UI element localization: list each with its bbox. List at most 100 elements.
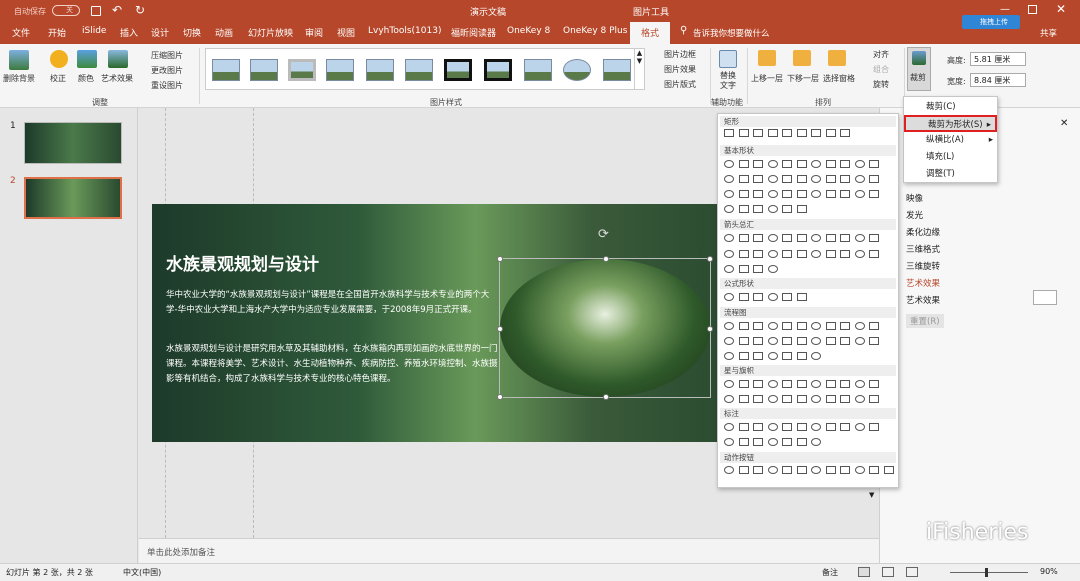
style-thumb[interactable] (288, 59, 316, 81)
shape-option[interactable] (724, 175, 734, 183)
shape-option[interactable] (738, 466, 749, 474)
shape-option[interactable] (782, 293, 792, 301)
shape-option[interactable] (782, 352, 792, 360)
shape-option[interactable] (738, 395, 749, 403)
shape-option[interactable] (724, 234, 734, 242)
shape-option[interactable] (796, 322, 807, 330)
shape-option[interactable] (840, 129, 850, 137)
search-hint[interactable]: 告诉我你想要做什么 (693, 27, 770, 39)
shape-option[interactable] (724, 160, 734, 168)
shape-option[interactable] (724, 438, 734, 446)
shape-option[interactable] (724, 250, 734, 258)
shape-option[interactable] (811, 322, 821, 330)
shape-option[interactable] (840, 380, 850, 388)
menu-item-aspect-ratio[interactable]: 纵横比(A) ▸ (904, 132, 997, 149)
shape-option[interactable] (738, 293, 749, 301)
shape-option[interactable] (869, 380, 879, 388)
shape-option[interactable] (753, 380, 763, 388)
pane-close-icon[interactable]: ✕ (1060, 118, 1068, 129)
shape-option[interactable] (738, 337, 749, 345)
bring-forward-button[interactable]: 上移一层 (751, 73, 783, 84)
tab-design[interactable]: 设计 (151, 26, 169, 39)
slide-paragraph-1[interactable]: 华中农业大学的“水族景观规划与设计”课程是在全国首开水族科学与技术专业的两个大学… (166, 288, 498, 318)
shape-option[interactable] (854, 395, 865, 403)
tab-lvyhtools[interactable]: LvyhTools(1013) (368, 26, 441, 36)
shape-option[interactable] (767, 293, 778, 301)
tab-insert[interactable]: 插入 (120, 26, 138, 39)
shape-option[interactable] (840, 250, 850, 258)
zoom-thumb[interactable] (985, 568, 988, 577)
shape-option[interactable] (753, 265, 763, 273)
resize-handle[interactable] (497, 326, 503, 332)
shape-option[interactable] (782, 337, 792, 345)
shape-option[interactable] (825, 322, 836, 330)
shape-option[interactable] (811, 466, 821, 474)
shape-option[interactable] (753, 466, 763, 474)
shape-option[interactable] (724, 466, 734, 474)
style-thumb[interactable] (603, 59, 631, 81)
reset-picture-button[interactable]: 重设图片 (151, 80, 183, 91)
reset-button[interactable]: 重置(R) (906, 314, 944, 328)
shape-option[interactable] (825, 423, 836, 431)
shape-option[interactable] (767, 380, 778, 388)
group-button[interactable]: 组合 (873, 64, 889, 75)
width-input[interactable]: 8.84 厘米 (970, 73, 1026, 87)
3d-format-item[interactable]: 三维格式 (906, 243, 940, 255)
art-effect-icon[interactable] (108, 50, 128, 68)
menu-item-fill[interactable]: 填充(L) (904, 149, 997, 166)
shape-option[interactable] (854, 234, 865, 242)
shape-option[interactable] (724, 265, 734, 273)
shape-option[interactable] (767, 205, 778, 213)
shape-option[interactable] (738, 129, 749, 137)
align-button[interactable]: 对齐 (873, 49, 889, 60)
shape-option[interactable] (869, 250, 879, 258)
bring-forward-icon[interactable] (758, 50, 776, 66)
compress-button[interactable]: 压缩图片 (151, 50, 183, 61)
glow-item[interactable]: 发光 (906, 209, 923, 221)
shape-option[interactable] (796, 380, 807, 388)
sorter-view-icon[interactable] (882, 567, 894, 577)
shape-option[interactable] (811, 423, 821, 431)
shape-option[interactable] (767, 190, 778, 198)
selection-pane-button[interactable]: 选择窗格 (823, 73, 855, 84)
shape-option[interactable] (796, 250, 807, 258)
shape-option[interactable] (854, 190, 865, 198)
shape-option[interactable] (825, 234, 836, 242)
shape-option[interactable] (796, 129, 807, 137)
shape-option[interactable] (869, 234, 879, 242)
shape-option[interactable] (738, 380, 749, 388)
tab-slideshow[interactable]: 幻灯片放映 (248, 26, 293, 39)
shape-option[interactable] (782, 205, 792, 213)
shape-option[interactable] (782, 395, 792, 403)
shape-option[interactable] (753, 234, 763, 242)
style-thumb[interactable] (524, 59, 552, 81)
shape-option[interactable] (753, 293, 763, 301)
shape-option[interactable] (782, 380, 792, 388)
shape-option[interactable] (724, 352, 734, 360)
shape-option[interactable] (811, 438, 821, 446)
shape-option[interactable] (854, 250, 865, 258)
shape-option[interactable] (854, 423, 865, 431)
alt-text-icon[interactable] (719, 50, 737, 68)
shape-option[interactable] (753, 175, 763, 183)
resize-handle[interactable] (603, 256, 609, 262)
shape-option[interactable] (796, 423, 807, 431)
shape-option[interactable] (840, 175, 850, 183)
remove-background-button[interactable]: 删除背景 (3, 73, 35, 84)
tab-format[interactable]: 格式 (630, 22, 670, 44)
shape-option[interactable] (796, 293, 807, 301)
shape-option[interactable] (796, 160, 807, 168)
shape-option[interactable] (811, 129, 821, 137)
slide-title[interactable]: 水族景观规划与设计 (166, 250, 319, 275)
correct-icon[interactable] (50, 50, 68, 68)
shape-option[interactable] (840, 234, 850, 242)
tab-islide[interactable]: iSlide (82, 26, 106, 36)
picture-effect-button[interactable]: 图片效果 (664, 64, 696, 75)
send-backward-icon[interactable] (793, 50, 811, 66)
tab-home[interactable]: 开始 (48, 26, 66, 39)
tab-onekey8[interactable]: OneKey 8 (507, 26, 550, 36)
shape-option[interactable] (738, 352, 749, 360)
shape-option[interactable] (811, 190, 821, 198)
shape-option[interactable] (738, 175, 749, 183)
shape-option[interactable] (738, 438, 749, 446)
